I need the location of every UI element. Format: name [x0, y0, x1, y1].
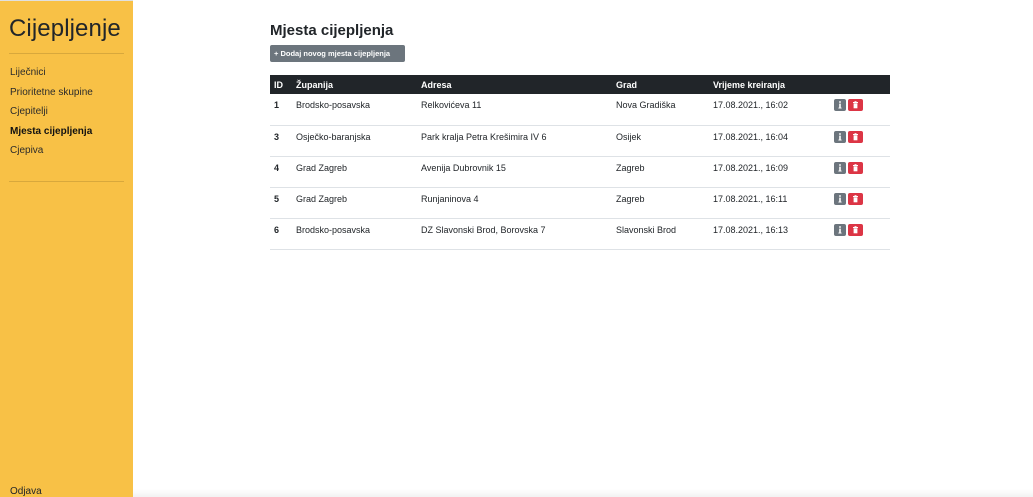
cell-grad: Zagreb: [616, 162, 645, 173]
cell-zupanija: Grad Zagreb: [296, 162, 348, 173]
sidebar-item-mjesta-cijepljenja[interactable]: Mjesta cijepljenja: [10, 126, 93, 146]
cell-vrijeme: 17.08.2021., 16:13: [713, 224, 789, 235]
cell-adresa: Relkovićeva 11: [421, 100, 482, 110]
cell-actions: [834, 156, 890, 187]
column-header-actions: [834, 75, 890, 94]
info-button[interactable]: [834, 130, 846, 143]
sidebar-item-lijecnici[interactable]: Liječnici: [10, 67, 93, 87]
info-icon: [838, 194, 842, 202]
cell-vrijeme: 17.08.2021., 16:09: [713, 162, 789, 173]
column-header-id: ID: [274, 79, 283, 90]
cell-id: 3: [274, 131, 280, 142]
table-row: 4 Grad Zagreb Avenija Dubrovnik 15 Zagre…: [270, 156, 890, 187]
sidebar-divider: [9, 53, 124, 54]
column-header-zupanija: Županija: [296, 79, 334, 90]
table-row: 5 Grad Zagreb Runjaninova 4 Zagreb 17.08…: [270, 187, 890, 218]
page-title: Mjesta cijepljenja: [270, 22, 394, 39]
cell-adresa: Park kralja Petra Krešimira IV 6: [421, 131, 547, 142]
info-icon: [838, 163, 842, 171]
table-row: 6 Brodsko-posavska DZ Slavonski Brod, Bo…: [270, 218, 890, 249]
sidebar-divider: [9, 181, 124, 182]
info-button[interactable]: [834, 223, 846, 236]
info-icon: [838, 101, 842, 109]
cell-grad: Nova Gradiška: [616, 100, 676, 110]
logout-link[interactable]: Odjava: [10, 486, 42, 497]
cell-grad: Slavonski Brod: [616, 224, 677, 235]
cell-grad: Zagreb: [616, 193, 645, 204]
brand-title[interactable]: Cijepljenje: [9, 15, 121, 43]
trash-icon: [853, 194, 858, 202]
delete-button[interactable]: [848, 99, 863, 111]
cell-id: 4: [274, 162, 280, 173]
info-button[interactable]: [834, 161, 846, 174]
cell-vrijeme: 17.08.2021., 16:04: [713, 131, 789, 142]
info-button[interactable]: [834, 99, 846, 111]
cell-actions: [834, 94, 890, 125]
add-location-button[interactable]: + Dodaj novog mjesta cijepljenja: [270, 45, 405, 62]
cell-id: 5: [274, 193, 280, 204]
column-header-grad: Grad: [616, 79, 638, 90]
cell-id: 6: [274, 224, 280, 235]
table-header-row: ID Županija Adresa Grad Vrijeme kreiranj…: [270, 75, 890, 94]
info-icon: [838, 225, 842, 233]
locations-table: ID Županija Adresa Grad Vrijeme kreiranj…: [270, 75, 890, 250]
cell-adresa: Avenija Dubrovnik 15: [421, 162, 506, 173]
table-row: 1 Brodsko-posavska Relkovićeva 11 Nova G…: [270, 94, 890, 125]
trash-icon: [853, 225, 858, 233]
trash-icon: [853, 101, 858, 109]
bottom-edge-shadow: [133, 489, 1033, 497]
trash-icon: [853, 163, 858, 171]
sidebar-item-cjepiva[interactable]: Cjepiva: [10, 145, 93, 165]
cell-id: 1: [274, 100, 280, 110]
column-header-adresa: Adresa: [421, 79, 452, 90]
cell-adresa: Runjaninova 4: [421, 193, 479, 204]
cell-zupanija: Brodsko-posavska: [296, 224, 371, 235]
cell-actions: [834, 187, 890, 218]
delete-button[interactable]: [848, 130, 863, 143]
cell-actions: [834, 125, 890, 156]
info-button[interactable]: [834, 192, 846, 205]
sidebar: Cijepljenje Liječnici Prioritetne skupin…: [0, 0, 133, 497]
delete-button[interactable]: [848, 223, 863, 236]
cell-actions: [834, 218, 890, 249]
sidebar-nav: Liječnici Prioritetne skupine Cjepitelji…: [10, 67, 93, 165]
delete-button[interactable]: [848, 192, 863, 205]
trash-icon: [853, 132, 858, 140]
sidebar-item-cjepitelji[interactable]: Cjepitelji: [10, 106, 93, 126]
table-row: 3 Osječko-baranjska Park kralja Petra Kr…: [270, 125, 890, 156]
column-header-vrijeme-kreiranja: Vrijeme kreiranja: [713, 79, 786, 90]
cell-adresa: DZ Slavonski Brod, Borovska 7: [421, 224, 546, 235]
delete-button[interactable]: [848, 161, 863, 174]
cell-zupanija: Brodsko-posavska: [296, 100, 371, 110]
cell-zupanija: Grad Zagreb: [296, 193, 348, 204]
cell-vrijeme: 17.08.2021., 16:02: [713, 100, 789, 110]
sidebar-item-prioritetne-skupine[interactable]: Prioritetne skupine: [10, 87, 93, 107]
info-icon: [838, 132, 842, 140]
cell-zupanija: Osječko-baranjska: [296, 131, 371, 142]
cell-vrijeme: 17.08.2021., 16:11: [713, 193, 788, 204]
cell-grad: Osijek: [616, 131, 642, 142]
